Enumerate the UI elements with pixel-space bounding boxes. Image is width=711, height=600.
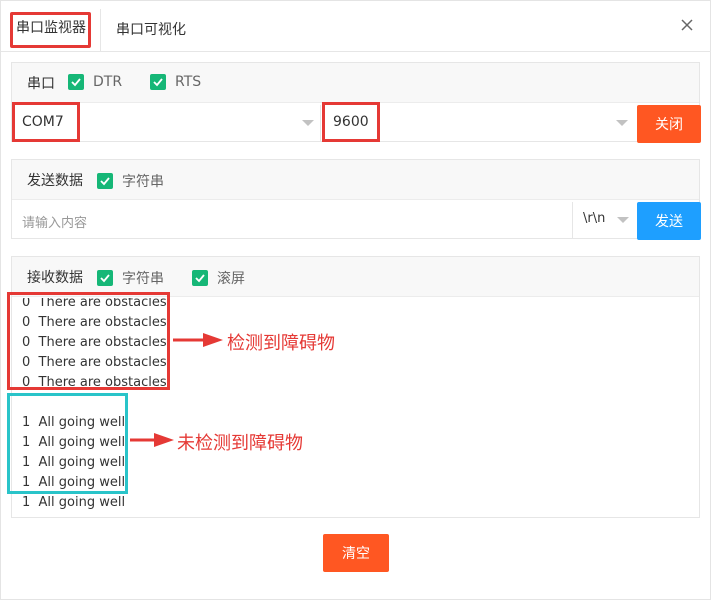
output-line: 0 There are obstacles bbox=[22, 315, 167, 330]
chevron-down-icon bbox=[616, 120, 628, 126]
dtr-checkbox[interactable]: DTR bbox=[68, 74, 122, 90]
receive-string-label: 字符串 bbox=[122, 271, 164, 287]
port-value: COM7 bbox=[22, 114, 64, 130]
receive-panel-header: 接收数据 字符串 滚屏 bbox=[12, 257, 699, 297]
receive-panel: 接收数据 字符串 滚屏 0 There are obstacles 0 Ther… bbox=[11, 256, 700, 518]
tab-serial-monitor[interactable]: 串口监视器 bbox=[1, 9, 101, 51]
no-obstacle-annotation: 未检测到障碍物 bbox=[177, 433, 303, 454]
output-line: 0 There are obstacles bbox=[22, 335, 167, 350]
serial-title: 串口 bbox=[27, 76, 55, 92]
output-line: 0 There are obstacles bbox=[22, 355, 167, 370]
close-icon[interactable] bbox=[677, 15, 697, 35]
rts-label: RTS bbox=[175, 74, 202, 90]
send-string-checkbox[interactable]: 字符串 bbox=[97, 171, 164, 191]
baud-select[interactable]: 9600 bbox=[323, 105, 635, 141]
clear-button[interactable]: 清空 bbox=[323, 534, 389, 572]
output-line: 1 All going well bbox=[22, 415, 126, 430]
serial-panel-header: 串口 DTR RTS bbox=[12, 63, 699, 103]
port-select[interactable]: COM7 bbox=[12, 105, 321, 141]
check-icon bbox=[97, 270, 113, 286]
scroll-checkbox[interactable]: 滚屏 bbox=[192, 268, 245, 288]
send-button[interactable]: 发送 bbox=[637, 202, 701, 240]
send-input-placeholder: 请输入内容 bbox=[22, 216, 88, 231]
send-panel-header: 发送数据 字符串 bbox=[12, 160, 699, 200]
chevron-down-icon bbox=[302, 120, 314, 126]
send-title: 发送数据 bbox=[27, 173, 83, 189]
output-line: 0 There are obstacles bbox=[22, 375, 167, 390]
rts-checkbox[interactable]: RTS bbox=[150, 74, 201, 90]
serial-monitor-dialog: 串口监视器 串口可视化 串口 DTR RTS COM7 9600 关闭 发送数据… bbox=[0, 0, 711, 600]
output-line: 1 All going well bbox=[22, 495, 126, 510]
obstacle-annotation: 检测到障碍物 bbox=[227, 333, 335, 354]
send-string-label: 字符串 bbox=[122, 174, 164, 190]
newline-select[interactable]: \r\n bbox=[573, 202, 637, 238]
receive-string-checkbox[interactable]: 字符串 bbox=[97, 268, 164, 288]
check-icon bbox=[68, 74, 84, 90]
baud-value: 9600 bbox=[333, 114, 369, 130]
arrow-icon bbox=[173, 333, 223, 347]
serial-panel: 串口 DTR RTS COM7 9600 关闭 bbox=[11, 62, 701, 143]
output-line: 0 There are obstacles bbox=[22, 298, 167, 310]
close-port-button[interactable]: 关闭 bbox=[637, 105, 701, 143]
receive-output[interactable]: 0 There are obstacles 0 There are obstac… bbox=[12, 298, 699, 517]
check-icon bbox=[192, 270, 208, 286]
send-panel: 发送数据 字符串 请输入内容 \r\n 发送 bbox=[11, 159, 701, 240]
tab-bar: 串口监视器 串口可视化 bbox=[1, 1, 711, 52]
check-icon bbox=[150, 74, 166, 90]
scroll-label: 滚屏 bbox=[217, 271, 245, 287]
arrow-icon bbox=[130, 433, 174, 447]
newline-value: \r\n bbox=[583, 211, 606, 226]
send-input[interactable]: 请输入内容 bbox=[12, 202, 573, 238]
tab-serial-visualization[interactable]: 串口可视化 bbox=[116, 11, 186, 49]
output-line: 1 All going well bbox=[22, 475, 126, 490]
check-icon bbox=[97, 173, 113, 189]
output-line: 1 All going well bbox=[22, 435, 126, 450]
tab-serial-monitor-label: 串口监视器 bbox=[16, 20, 86, 36]
dtr-label: DTR bbox=[93, 74, 123, 90]
receive-title: 接收数据 bbox=[27, 270, 83, 286]
chevron-down-icon bbox=[617, 217, 629, 223]
output-line: 1 All going well bbox=[22, 455, 126, 470]
